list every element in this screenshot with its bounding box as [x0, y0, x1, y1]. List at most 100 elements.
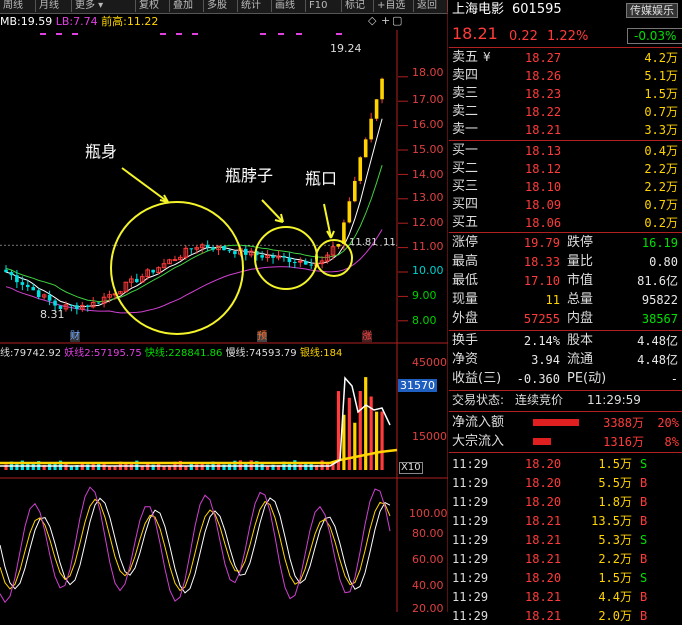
separator: [449, 47, 682, 48]
bid-label: 买四: [452, 197, 479, 212]
ask-label: 卖四: [452, 68, 479, 83]
candle-body: [380, 78, 384, 100]
level-label-2: 11: [383, 237, 396, 248]
stat-value: 17.10: [523, 274, 560, 288]
tick-side: S: [640, 571, 648, 585]
ask-row[interactable]: 卖四 18.26 5.1万: [449, 67, 682, 85]
axis-label-9: 9.00: [412, 289, 437, 302]
stat-label: 最低: [452, 273, 479, 288]
flow-bar: [533, 419, 579, 426]
bid-row[interactable]: 买五 18.06 0.2万: [449, 214, 682, 232]
stat-label: 净资: [452, 352, 479, 367]
candle-body: [20, 282, 25, 285]
sector-button[interactable]: 传媒娱乐: [626, 3, 678, 18]
flow-bar: [533, 438, 551, 445]
ask-row[interactable]: 卖五 ¥ 18.27 4.2万: [449, 49, 682, 67]
ask-label: 卖二: [452, 104, 479, 119]
stat-label: 跌停: [567, 235, 594, 250]
stat-value: 4.48亿: [637, 334, 678, 348]
legend-label-2: 快线:: [144, 348, 169, 359]
candle-body: [244, 248, 248, 255]
stat-label: 最高: [452, 254, 479, 269]
ask-row[interactable]: 卖三 18.23 1.5万: [449, 85, 682, 103]
price-pct: 1.22%: [547, 29, 589, 44]
pattern-annotations: [110, 167, 353, 335]
axis-label-14: 14.00: [412, 168, 444, 181]
ask-price: 18.26: [525, 69, 562, 83]
stat-value: 57255: [523, 312, 560, 326]
marker-zhang[interactable]: 涨: [362, 332, 372, 342]
volume-bar: [380, 411, 384, 470]
axis-label-17: 17.00: [412, 93, 444, 106]
stock-code: 601595: [512, 2, 562, 17]
bid-row[interactable]: 买二 18.12 2.2万: [449, 160, 682, 178]
bid-row[interactable]: 买四 18.09 0.7万: [449, 196, 682, 214]
candle-body: [353, 180, 357, 202]
tick-row: 11:29 18.21 5.3万 S: [449, 531, 682, 549]
separator: [449, 140, 682, 141]
candle-body: [75, 305, 79, 310]
ask-label: 卖三: [452, 86, 479, 101]
candle-body: [233, 251, 237, 255]
volume-bar: [293, 460, 297, 470]
bid-row[interactable]: 买一 18.13 0.4万: [449, 142, 682, 160]
tick-row: 11:29 18.21 2.0万 B: [449, 607, 682, 625]
flow-pct: 8%: [664, 435, 679, 449]
tick-time: 11:29: [452, 476, 489, 490]
tick-time: 11:29: [452, 533, 489, 547]
marker-yu[interactable]: 预: [257, 332, 267, 342]
stat-row: 涨停 19.79 跌停 16.19: [449, 234, 682, 252]
ask-label: 卖一: [452, 122, 479, 137]
stat-label: 收益(三): [452, 371, 502, 386]
candle-body: [26, 284, 30, 288]
ask-volume: 1.5万: [644, 87, 678, 101]
stock-name: 上海电影: [452, 2, 505, 17]
axis-label-18: 18.00: [412, 66, 444, 79]
kline-chart[interactable]: [0, 0, 448, 612]
stat-value: 4.48亿: [637, 353, 678, 367]
volume-bar: [195, 464, 199, 470]
volume-bar: [304, 463, 308, 470]
level-label: 11.81: [349, 237, 378, 248]
legend-label-4: 银线:: [299, 348, 324, 359]
bid-row[interactable]: 买三 18.10 2.2万: [449, 178, 682, 196]
legend-value-0: 79742.92: [13, 348, 62, 359]
osc-axis-100: 100.00: [409, 507, 448, 520]
axis-label-16: 16.00: [412, 118, 444, 131]
volume-bar: [309, 464, 313, 470]
tick-side: S: [640, 533, 648, 547]
bid-volume: 0.7万: [644, 198, 678, 212]
stat-label: 外盘: [452, 311, 479, 326]
stat-label: 流通: [567, 352, 594, 367]
stat-label: 量比: [567, 254, 594, 269]
separator: [449, 232, 682, 233]
candle-body: [271, 255, 275, 258]
volume-bar: [260, 463, 264, 470]
stat-value: 81.6亿: [637, 274, 678, 288]
candle-body: [287, 257, 292, 262]
axis-label-15: 15.00: [412, 143, 444, 156]
stat-value: 0.80: [649, 255, 678, 269]
candle-body: [363, 139, 368, 158]
ask-row[interactable]: 卖二 18.22 0.7万: [449, 103, 682, 121]
tick-time: 11:29: [452, 571, 489, 585]
stat-row: 收益(三) -0.360 PE(动) -: [449, 370, 682, 388]
annotation-bottle-body: 瓶身: [85, 142, 118, 161]
ask-row[interactable]: 卖一 18.21 3.3万: [449, 121, 682, 139]
vol-axis-15000: 15000: [412, 430, 447, 443]
tick-price: 18.21: [525, 552, 562, 566]
volume-bar: [200, 463, 204, 470]
tick-volume: 4.4万: [598, 590, 632, 604]
last-price: 18.21: [452, 24, 498, 43]
ask-price: 18.21: [525, 123, 562, 137]
flow-amount: 1316万: [603, 435, 644, 449]
candle-body: [4, 269, 8, 273]
marker-cai[interactable]: 财: [70, 332, 80, 342]
bid-volume: 2.2万: [644, 180, 678, 194]
vol-unit[interactable]: X10: [399, 462, 423, 474]
candle-body: [135, 278, 139, 283]
tick-time: 11:29: [452, 590, 489, 604]
legend-value-1: 57195.75: [94, 348, 142, 359]
candle-body: [298, 260, 303, 263]
flow-row: 大宗流入 1316万 8%: [449, 433, 682, 451]
